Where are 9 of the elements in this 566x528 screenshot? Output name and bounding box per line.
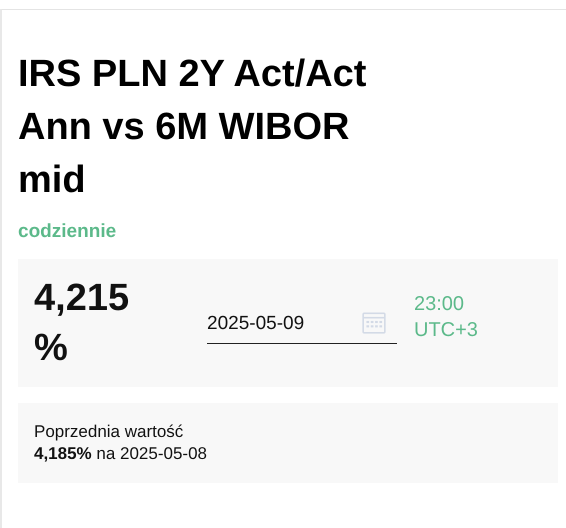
previous-value-text: 4,185% na 2025-05-08 <box>34 443 208 465</box>
rate-unit: % <box>34 326 69 371</box>
frequency-label: codziennie <box>18 221 118 243</box>
previous-value-label: Poprzednia wartość <box>34 421 184 443</box>
rate-value: 4,215 <box>34 276 130 321</box>
time-label: 23:00 <box>414 292 466 317</box>
timezone-label: UTC+3 <box>414 318 478 343</box>
date-field[interactable]: 2025-05-09 <box>207 312 397 344</box>
page-title: IRS PLN 2Y Act/Act Ann vs 6M WIBOR mid <box>18 52 368 203</box>
